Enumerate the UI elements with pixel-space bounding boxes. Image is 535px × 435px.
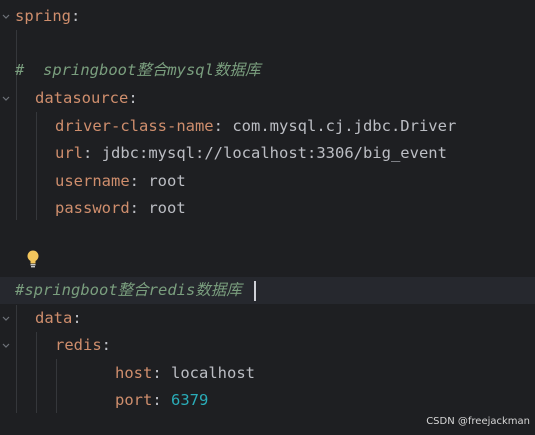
comment-redis: #springboot整合redis数据库 — [15, 281, 242, 299]
code-line-port[interactable]: port: 6379 — [0, 387, 535, 414]
colon: : — [101, 336, 112, 354]
yaml-key-spring: spring — [15, 7, 71, 25]
code-line-comment-mysql[interactable]: # springboot整合mysql数据库 — [0, 57, 535, 84]
yaml-value-password: root — [148, 199, 186, 217]
yaml-key-password: password — [55, 199, 130, 217]
colon: : — [83, 144, 93, 162]
colon: : — [128, 89, 138, 107]
code-line-comment-redis[interactable]: #springboot整合redis数据库 — [0, 277, 535, 304]
colon: : — [71, 7, 81, 25]
yaml-key-redis: redis — [55, 336, 102, 354]
text-caret — [254, 281, 256, 301]
code-line-url[interactable]: url: jdbc:mysql://localhost:3306/big_eve… — [0, 140, 535, 167]
code-editor[interactable]: spring: # springboot整合mysql数据库 datasourc… — [0, 0, 535, 435]
yaml-value-host: localhost — [171, 364, 256, 382]
code-line-data[interactable]: data: — [0, 305, 535, 332]
code-line-username[interactable]: username: root — [0, 168, 535, 195]
fold-chevron-icon[interactable] — [1, 314, 11, 324]
colon: : — [152, 391, 162, 409]
colon: : — [72, 309, 82, 327]
yaml-value-driver: com.mysql.cj.jdbc.Driver — [232, 117, 457, 135]
watermark: CSDN @freejackman — [426, 416, 530, 427]
fold-chevron-icon[interactable] — [1, 94, 11, 104]
fold-chevron-icon[interactable] — [1, 12, 11, 22]
colon: : — [129, 172, 139, 190]
code-line-redis[interactable]: redis: — [0, 332, 535, 359]
yaml-key-datasource: datasource — [35, 89, 129, 107]
yaml-value-username: root — [148, 172, 186, 190]
yaml-key-url: url — [55, 144, 83, 162]
code-line-password[interactable]: password: root — [0, 195, 535, 222]
colon: : — [213, 117, 223, 135]
fold-chevron-icon[interactable] — [1, 341, 11, 351]
yaml-value-url: jdbc:mysql://localhost:3306/big_event — [101, 144, 447, 162]
yaml-key-username: username — [55, 172, 130, 190]
code-line-host[interactable]: host: localhost — [0, 360, 535, 387]
colon: : — [152, 364, 162, 382]
yaml-value-port: 6379 — [171, 391, 209, 409]
comment-mysql: # springboot整合mysql数据库 — [15, 61, 261, 79]
yaml-key-data: data — [35, 309, 73, 327]
code-line-driver[interactable]: driver-class-name: com.mysql.cj.jdbc.Dri… — [0, 113, 535, 140]
code-line-datasource[interactable]: datasource: — [0, 85, 535, 112]
yaml-key-driver-class-name: driver-class-name — [55, 117, 214, 135]
colon: : — [129, 199, 139, 217]
yaml-key-host: host — [115, 364, 153, 382]
lightbulb-icon[interactable] — [25, 249, 41, 269]
code-line-spring[interactable]: spring: — [0, 3, 535, 30]
yaml-key-port: port — [115, 391, 153, 409]
